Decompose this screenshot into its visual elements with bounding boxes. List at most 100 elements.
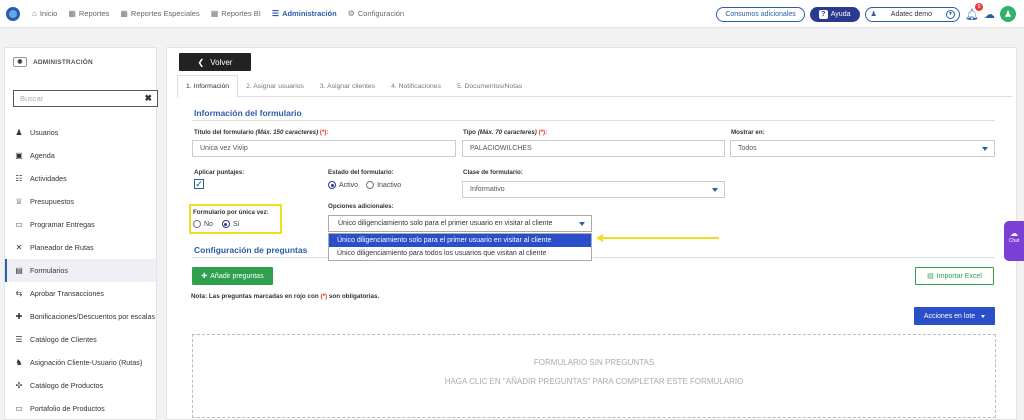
extra-options-list: Único diligenciamiento solo para el prim…	[328, 233, 592, 261]
nav-reportes[interactable]: ▦ Reportes	[68, 9, 109, 18]
nav-label: Administración	[282, 9, 337, 18]
question-icon: ?	[818, 9, 828, 19]
empty-title: FORMULARIO SIN PREGUNTAS	[533, 358, 655, 367]
tab-notificaciones[interactable]: 4. Notificaciones	[383, 75, 449, 97]
user-selector[interactable]: ♟ Adatec demo ▼	[864, 6, 961, 22]
sidebar-item-asignacion-rutas[interactable]: ♞ Asignación Cliente-Usuario (Rutas)	[5, 351, 156, 374]
nav-label: Reportes	[78, 9, 110, 18]
notifications-icon[interactable]: 🔔︎ 9	[965, 2, 983, 21]
sidebar-item-bonificaciones[interactable]: ✚ Bonificaciones/Descuentos por escalas	[5, 305, 156, 328]
chevron-down-icon	[579, 222, 585, 226]
extra-option[interactable]: Único diligenciamiento para todos los us…	[329, 247, 591, 260]
tab-documentos[interactable]: 5. Documentos/Notas	[449, 75, 530, 97]
divider	[192, 257, 328, 258]
note-suffix: son obligatorias.	[327, 293, 380, 300]
trophy-icon: ♕	[15, 197, 23, 206]
divider	[192, 120, 995, 121]
import-excel-label: Importar Excel	[936, 272, 982, 280]
truck-icon: ▭	[15, 220, 23, 229]
title-field[interactable]: Unica vez Vivip	[192, 140, 456, 157]
sidebar-item-programar-entregas[interactable]: ▭ Programar Entregas	[5, 213, 156, 236]
chevron-down-icon	[712, 188, 718, 192]
show-value: Todos	[738, 145, 757, 152]
sidebar-item-label: Presupuestos	[30, 197, 74, 206]
sidebar-item-label: Usuarios	[30, 128, 59, 137]
sidebar-item-label: Bonificaciones/Descuentos por escalas	[30, 312, 156, 321]
radio-active[interactable]	[328, 181, 336, 189]
type-hint: (Máx. 70 caracteres)	[477, 129, 537, 136]
extra-value: Único diligenciamiento solo para el prim…	[338, 220, 553, 227]
radio-inactive[interactable]	[366, 181, 375, 189]
sidebar-item-agenda[interactable]: ▣ Agenda	[5, 144, 156, 167]
form-icon: ▤	[15, 266, 23, 275]
sidebar-item-label: Aprobar Transacciones	[30, 289, 104, 298]
annotation-arrow	[601, 237, 719, 239]
grid-icon: ▦	[120, 9, 128, 18]
radio-inactive-label: Inactivo	[377, 181, 402, 189]
clients-icon: ☰	[15, 335, 23, 344]
sidebar-item-planeador-rutas[interactable]: ✕ Planeador de Rutas	[5, 236, 156, 259]
extra-option[interactable]: Único diligenciamiento solo para el prim…	[329, 234, 591, 247]
sidebar-item-usuarios[interactable]: ♟ Usuarios	[5, 121, 156, 144]
nav-administracion[interactable]: ☰ Administración	[272, 9, 337, 18]
help-button[interactable]: ? Ayuda	[809, 6, 860, 22]
class-select[interactable]: Informativo	[462, 181, 725, 198]
sidebar-item-catalogo-clientes[interactable]: ☰ Catálogo de Clientes	[5, 328, 156, 351]
user-name: Adatec demo	[890, 10, 933, 18]
tab-informacion[interactable]: 1. Información	[177, 75, 239, 98]
sidebar-item-aprobar-transacciones[interactable]: ⇆ Aprobar Transacciones	[5, 282, 156, 305]
sidebar-item-label: Planeador de Rutas	[30, 243, 94, 252]
questions-empty-state: FORMULARIO SIN PREGUNTAS HAGA CLIC EN "A…	[192, 334, 996, 418]
chevron-down-icon: ▼	[946, 9, 956, 19]
sidebar-title: ADMINISTRACIÓN	[33, 58, 93, 66]
score-label: Aplicar puntajes:	[194, 169, 245, 176]
close-icon[interactable]: ✖	[144, 93, 152, 104]
radio-active-label: Activo	[339, 181, 359, 189]
required-mark: (*):	[538, 129, 548, 136]
batch-actions-button[interactable]: Acciones en lote	[914, 307, 995, 325]
sidebar-item-label: Catálogo de Productos	[30, 381, 104, 390]
tab-asignar-usuarios[interactable]: 2. Asignar usuarios	[238, 75, 312, 97]
sidebar-item-catalogo-productos[interactable]: ✣ Catálogo de Productos	[5, 374, 156, 397]
top-navbar: ⌂ Inicio ▦ Reportes ▦ Reportes Especiales ▦…	[0, 0, 1024, 28]
sliders-icon: ☰	[271, 9, 280, 18]
nav-reportes-bi[interactable]: ▦ Reportes BI	[211, 9, 261, 18]
app-logo[interactable]	[6, 6, 20, 21]
tab-asignar-clientes[interactable]: 3. Asignar clientes	[312, 75, 383, 97]
nav-reportes-especiales[interactable]: ▦ Reportes Especiales	[120, 9, 199, 18]
extra-options-select[interactable]: Único diligenciamiento solo para el prim…	[328, 215, 592, 232]
state-radio-group: Activo Inactivo	[328, 181, 401, 189]
sidebar-item-label: Formularios	[30, 266, 68, 275]
search-input[interactable]: Buscar ✖	[13, 90, 158, 107]
chat-button[interactable]: ☁ Chat	[1004, 221, 1024, 261]
type-field[interactable]: PALACIOWILCHES	[462, 140, 725, 157]
products-icon: ✣	[15, 381, 23, 390]
avatar[interactable]: ♟	[1000, 6, 1016, 22]
nav-label: Reportes BI	[221, 9, 261, 18]
cloud-download-icon[interactable]: ☁	[984, 8, 995, 21]
nav-label: Configuración	[357, 9, 405, 18]
sidebar-item-formularios[interactable]: ▤ Formularios	[5, 259, 156, 282]
sidebar: ◉ ADMINISTRACIÓN Buscar ✖ ♟ Usuarios ▣ Age…	[4, 47, 158, 420]
type-label-text: Tipo	[463, 129, 476, 136]
empty-hint: HAGA CLIC EN "AÑADIR PREGUNTAS" PARA COM…	[444, 377, 744, 386]
sidebar-item-presupuestos[interactable]: ♕ Presupuestos	[5, 190, 156, 213]
sidebar-item-portafolio-productos[interactable]: ▭ Portafolio de Productos	[5, 397, 156, 420]
title-value: Unica vez Vivip	[200, 145, 248, 152]
form-tabs: 1. Información 2. Asignar usuarios 3. As…	[177, 75, 1012, 98]
main-panel: ❮ Volver 1. Información 2. Asignar usuari…	[166, 47, 1017, 420]
sidebar-item-actividades[interactable]: ☷ Actividades	[5, 167, 156, 190]
add-questions-button[interactable]: ✚ Añadir preguntas	[192, 267, 273, 285]
user-icon: ♟	[15, 128, 23, 137]
top-right-controls: Consumos adicionales ? Ayuda ♟ Adatec demo…	[716, 2, 1016, 22]
score-checkbox[interactable]: ✓	[194, 179, 204, 189]
nav-inicio[interactable]: ⌂ Inicio	[32, 9, 57, 18]
show-select[interactable]: Todos	[730, 140, 995, 157]
sidebar-item-label: Asignación Cliente-Usuario (Rutas)	[30, 358, 143, 367]
nav-configuracion[interactable]: ⚙ Configuración	[348, 9, 404, 18]
back-button[interactable]: ❮ Volver	[179, 53, 251, 71]
consumos-button[interactable]: Consumos adicionales	[716, 6, 805, 22]
eye-icon[interactable]: ◉	[13, 57, 27, 67]
class-label: Clase de formulario:	[463, 169, 523, 176]
import-excel-button[interactable]: ▤ Importar Excel	[915, 267, 994, 285]
